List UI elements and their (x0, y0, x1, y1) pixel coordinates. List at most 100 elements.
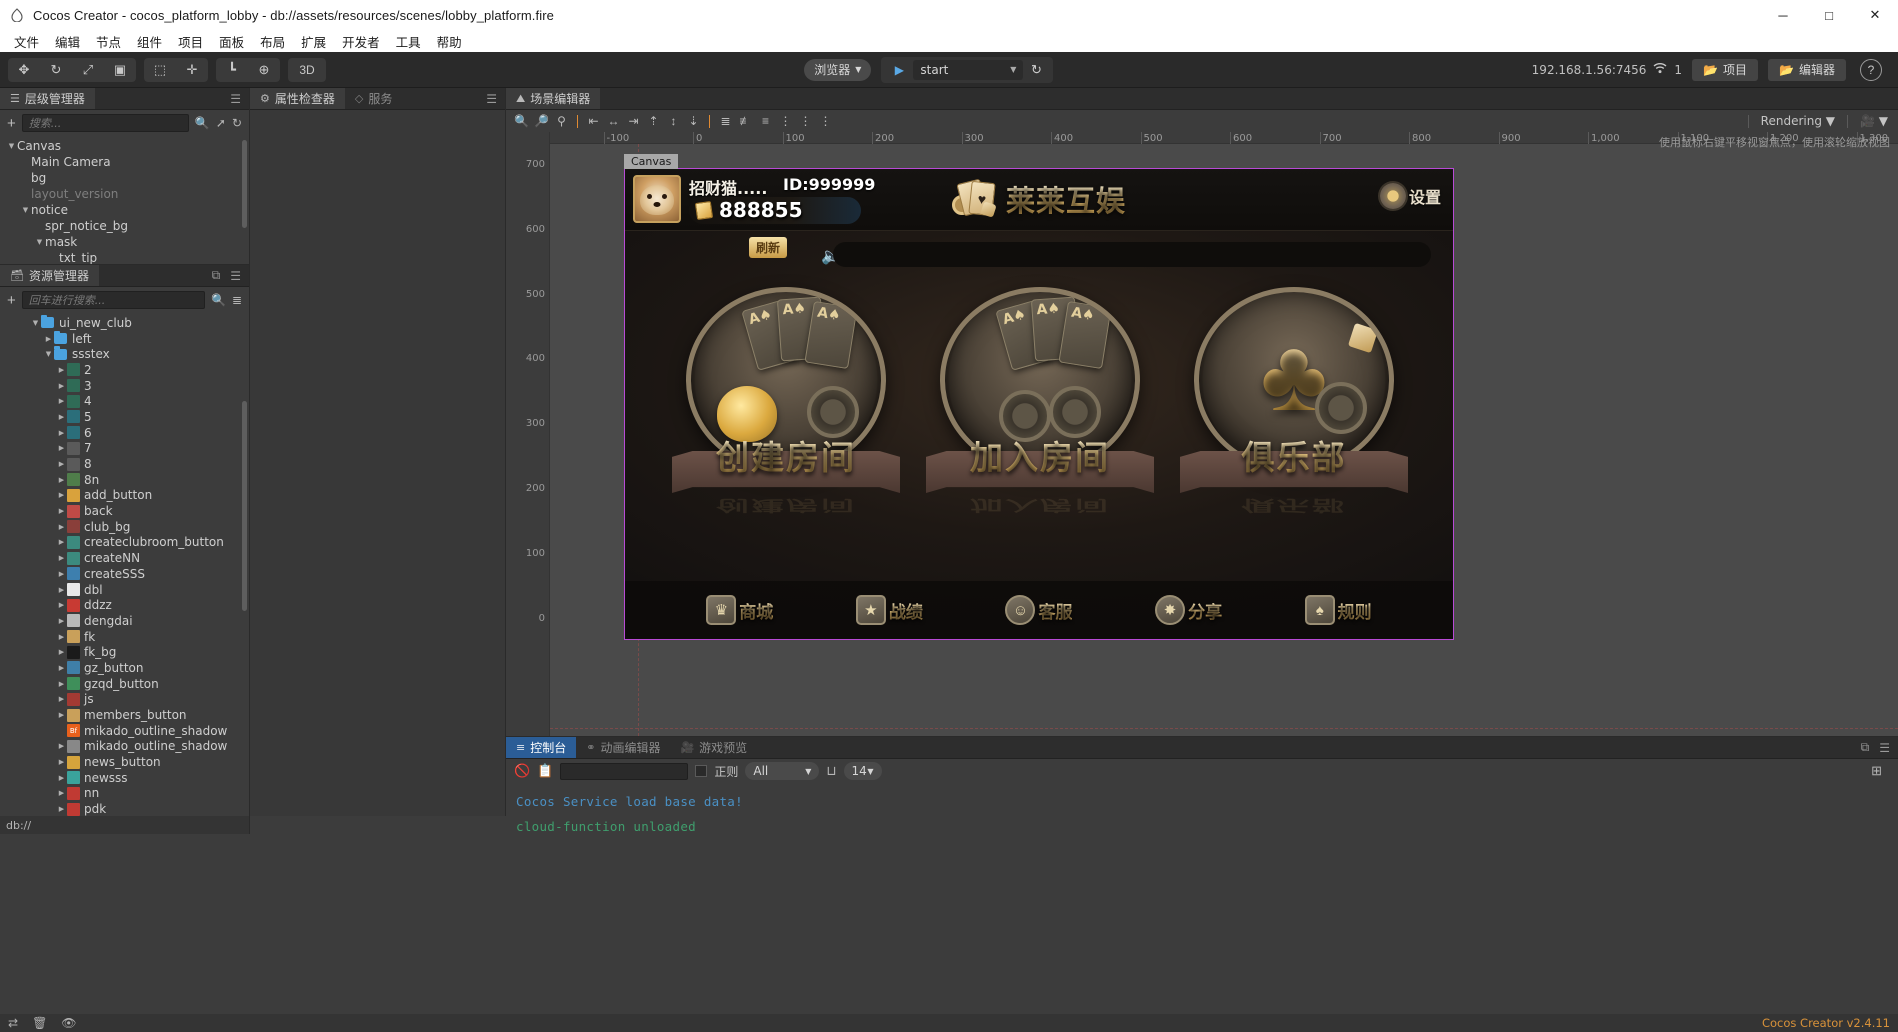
twisty-icon[interactable]: ▶ (56, 382, 67, 390)
asset-row[interactable]: ▶ ddzz (0, 597, 249, 613)
tab-console[interactable]: ≡ 控制台 (506, 737, 577, 758)
twisty-icon[interactable]: ▶ (56, 570, 67, 578)
hierarchy-node[interactable]: spr_notice_bg (0, 218, 249, 234)
rendering-dropdown[interactable]: Rendering ▼ (1761, 114, 1835, 128)
hierarchy-node[interactable]: layout_version (0, 186, 249, 202)
asset-row[interactable]: ▶ newsss (0, 770, 249, 786)
reload-preview-button[interactable]: ↻ (1023, 59, 1049, 81)
twisty-icon[interactable]: ▶ (56, 617, 67, 625)
scene-viewport[interactable]: 00-10001002003004005006007008009001,0001… (506, 132, 1898, 736)
asset-row[interactable]: ▶ 2 (0, 362, 249, 378)
align-right-icon[interactable]: ⇥ (624, 112, 643, 130)
asset-row[interactable]: ▶ 8n (0, 472, 249, 488)
twisty-icon[interactable]: ▶ (56, 742, 67, 750)
zoom-in-icon[interactable]: 🔍 (512, 112, 531, 130)
settings-button[interactable]: 设置 (1379, 183, 1441, 209)
console-filter-input[interactable] (560, 762, 689, 780)
new-window-icon[interactable]: ⧉ (1861, 740, 1870, 755)
open-editor-button[interactable]: 📂 编辑器 (1768, 58, 1846, 81)
hierarchy-node[interactable]: ▼ mask (0, 234, 249, 250)
twisty-icon[interactable]: ▶ (56, 444, 67, 452)
close-button[interactable]: ✕ (1852, 0, 1898, 30)
new-window-icon[interactable]: ⧉ (212, 268, 221, 283)
pivot-tool[interactable]: ⬚ (144, 58, 176, 82)
hierarchy-node[interactable]: ▼ Canvas (0, 138, 249, 154)
twisty-icon[interactable]: ▶ (56, 491, 67, 499)
hierarchy-node[interactable]: txt_tip (0, 250, 249, 264)
asset-row[interactable]: ▶ members_button (0, 707, 249, 723)
distribute-bottom-icon[interactable]: ≡ (756, 112, 775, 130)
asset-row[interactable]: Bf mikado_outline_shadow (0, 723, 249, 739)
search-icon[interactable]: 🔍 (195, 116, 210, 130)
asset-row[interactable]: ▶ add_button (0, 488, 249, 504)
club-button[interactable]: ♣ 俱乐部 俱乐部 (1169, 279, 1419, 539)
twisty-icon[interactable]: ▶ (56, 507, 67, 515)
camera-dropdown[interactable]: 🎥 ▼ (1860, 114, 1888, 128)
eye-icon[interactable]: 👁 (61, 1016, 76, 1030)
menu-item-3[interactable]: 组件 (129, 30, 170, 53)
hamburger-icon[interactable]: ☰ (1879, 741, 1890, 755)
console-log-list[interactable]: Cocos Service load base data! cloud-funct… (506, 783, 1898, 1016)
anchor-tool[interactable]: ✛ (176, 58, 208, 82)
help-button[interactable]: ? (1860, 58, 1882, 81)
refresh-button[interactable]: 刷新 (749, 237, 788, 258)
menu-item-4[interactable]: 项目 (170, 30, 211, 53)
inspector-panel-menu[interactable]: ☰ (486, 88, 505, 109)
twisty-icon[interactable]: ▼ (20, 206, 31, 214)
twisty-icon[interactable]: ▶ (56, 695, 67, 703)
twisty-icon[interactable]: ▶ (56, 633, 67, 641)
tab-animation-editor[interactable]: ⚭ 动画编辑器 (576, 737, 670, 758)
hierarchy-node[interactable]: Main Camera (0, 154, 249, 170)
twisty-icon[interactable]: ▶ (56, 554, 67, 562)
add-asset-button[interactable]: + (7, 293, 16, 308)
asset-row[interactable]: ▶ dengdai (0, 613, 249, 629)
twisty-icon[interactable]: ▶ (56, 366, 67, 374)
twisty-icon[interactable]: ▶ (56, 523, 67, 531)
menu-item-0[interactable]: 文件 (6, 30, 47, 53)
play-button[interactable]: ▶ (885, 59, 913, 81)
clear-console-icon[interactable]: 🚫 (514, 763, 530, 779)
twisty-icon[interactable]: ▶ (56, 429, 67, 437)
twisty-icon[interactable]: ▶ (56, 538, 67, 546)
asset-row[interactable]: ▶ mikado_outline_shadow (0, 739, 249, 755)
rotate-tool[interactable]: ↻ (40, 58, 72, 82)
copy-log-icon[interactable]: 📋 (537, 763, 553, 779)
hierarchy-scrollbar[interactable] (242, 140, 247, 228)
menu-item-6[interactable]: 布局 (252, 30, 293, 53)
twisty-icon[interactable]: ▼ (30, 319, 41, 327)
assets-search-input[interactable]: 回车进行搜索... (21, 291, 205, 309)
startup-scene-dropdown[interactable]: start ▼ (913, 59, 1024, 80)
align-center-h-icon[interactable]: ↔ (604, 112, 623, 130)
asset-row[interactable]: ▶ dbl (0, 582, 249, 598)
distribute-middle-icon[interactable]: ≢ (736, 112, 755, 130)
twisty-icon[interactable]: ▶ (56, 664, 67, 672)
distribute-center-icon[interactable]: ⋮ (796, 112, 815, 130)
create-room-button[interactable]: A♠ A♠ A♠ 创建房间 创建房间 (661, 279, 911, 539)
nav-support-button[interactable]: ☺ 客服 (1005, 595, 1072, 625)
asset-row[interactable]: ▼ ui_new_club (0, 314, 249, 331)
menu-item-9[interactable]: 工具 (388, 30, 429, 53)
zoom-out-icon[interactable]: 🔎 (532, 112, 551, 130)
zoom-reset-icon[interactable]: ⚲ (552, 112, 571, 130)
local-coord-tool[interactable]: ┗ (216, 58, 248, 82)
asset-row[interactable]: ▶ createNN (0, 550, 249, 566)
nav-rules-button[interactable]: ♠ 规则 (1304, 595, 1372, 625)
open-project-button[interactable]: 📂 项目 (1692, 58, 1759, 81)
distribute-top-icon[interactable]: ≣ (716, 112, 735, 130)
twisty-icon[interactable]: ▶ (56, 805, 67, 813)
scale-tool[interactable]: ⤢ (72, 58, 104, 82)
twisty-icon[interactable]: ▶ (56, 648, 67, 656)
asset-row[interactable]: ▶ gzqd_button (0, 676, 249, 692)
hierarchy-node[interactable]: ▼ notice (0, 202, 249, 218)
twisty-icon[interactable]: ▶ (56, 680, 67, 688)
asset-row[interactable]: ▶ fk_bg (0, 644, 249, 660)
asset-row[interactable]: ▶ 4 (0, 393, 249, 409)
align-middle-v-icon[interactable]: ↕ (664, 112, 683, 130)
align-top-icon[interactable]: ⇡ (644, 112, 663, 130)
menu-item-1[interactable]: 编辑 (47, 30, 88, 53)
asset-row[interactable]: ▶ 6 (0, 425, 249, 441)
twisty-icon[interactable]: ▶ (56, 586, 67, 594)
menu-item-7[interactable]: 扩展 (293, 30, 334, 53)
twisty-icon[interactable]: ▼ (6, 142, 17, 150)
menu-item-2[interactable]: 节点 (88, 30, 129, 53)
